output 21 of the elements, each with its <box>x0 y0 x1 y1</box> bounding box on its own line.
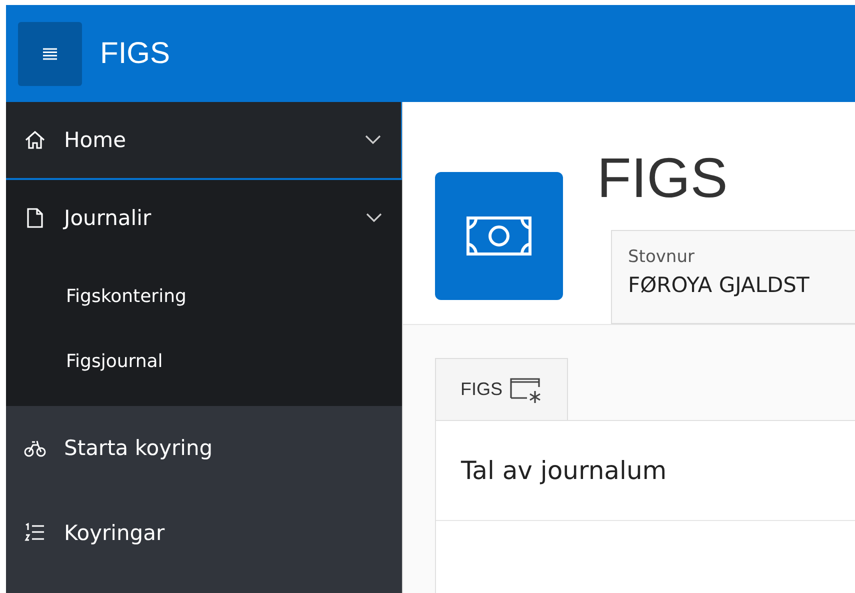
nav-item[interactable]: Home <box>6 102 402 180</box>
app-title: FIGS <box>100 36 170 70</box>
window-asterisk-icon <box>508 376 542 404</box>
menu-icon <box>43 48 57 60</box>
region-tab[interactable]: FIGS <box>435 358 568 420</box>
menu-button[interactable] <box>18 22 82 86</box>
banknote-icon <box>466 216 532 256</box>
nav-item[interactable]: Journalir <box>6 180 402 258</box>
nav-item[interactable]: Starta koyring <box>6 406 402 491</box>
nav-subitem[interactable]: Figskontering <box>6 264 402 329</box>
field-label: Stovnur <box>628 247 696 267</box>
chevron-down-icon <box>365 135 381 145</box>
home-icon <box>24 129 46 151</box>
chevron-down-icon <box>366 213 382 223</box>
page-title: FIGS <box>597 145 729 210</box>
field-value: FØROYA GJALDST <box>628 273 810 297</box>
numbered-list-icon <box>24 522 46 544</box>
document-icon <box>24 207 46 229</box>
nav-subitem[interactable]: Figsjournal <box>6 329 402 394</box>
card-title: Tal av journalum <box>461 456 667 485</box>
nav-item[interactable]: Koyringar <box>6 491 402 576</box>
